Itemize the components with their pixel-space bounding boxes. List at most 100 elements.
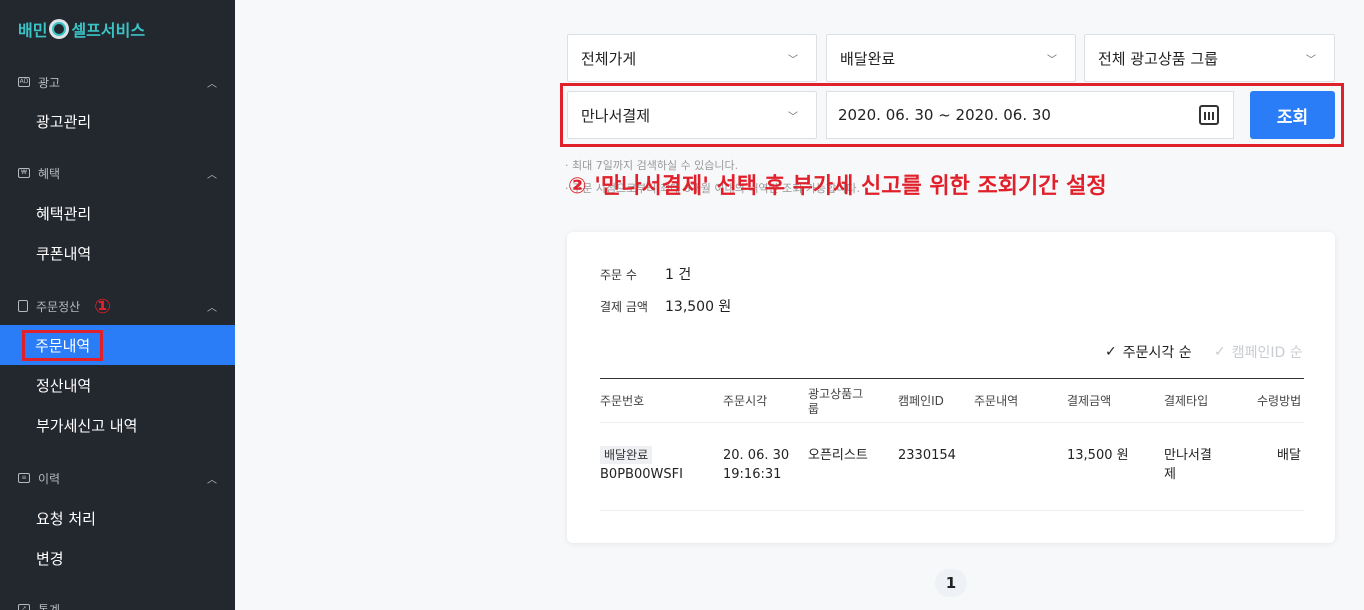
section-settlement: 주문정산 ① ︿ 주문내역 정산내역 부가세신고 내역: [0, 292, 235, 445]
sidebar-item-label: 요청 처리: [36, 509, 96, 528]
table-header-divider: [600, 422, 1304, 423]
chevron-up-icon[interactable]: ︿: [207, 75, 217, 90]
check-icon: ✓: [1105, 344, 1117, 360]
section-label: 광고: [38, 75, 61, 90]
order-count-label: 주문 수: [600, 267, 637, 282]
ad-group-select[interactable]: 전체 광고상품 그룹 ﹀: [1084, 34, 1335, 82]
chevron-down-icon: ﹀: [1306, 54, 1316, 66]
calendar-icon[interactable]: [1199, 105, 1219, 125]
section-history: ≡ 이력 ︿ 요청 처리 변경: [0, 467, 235, 578]
date-range-input[interactable]: 2020. 06. 30 ~ 2020. 06. 30: [826, 91, 1234, 139]
status-badge: 배달완료: [600, 446, 653, 464]
results-card: 주문 수 1 건 결제 금액 13,500 원 ✓ 주문시각 순 ✓ 캠페인ID…: [567, 232, 1335, 543]
status-select-value: 배달완료: [840, 49, 896, 68]
section-stats: ↗ 통계 ︿: [0, 598, 235, 610]
header-order-time: 주문시각: [723, 394, 768, 408]
ad-group-select-value: 전체 광고상품 그룹: [1098, 49, 1218, 68]
header-order-no: 주문번호: [600, 394, 645, 408]
ad-group-cell: 오픈리스트: [808, 448, 868, 463]
payment-select[interactable]: 만나서결제 ﹀: [567, 91, 817, 139]
table-top-border: [600, 378, 1304, 379]
chevron-down-icon: ﹀: [788, 111, 798, 123]
chevron-up-icon[interactable]: ︿: [207, 166, 217, 181]
section-label: 이력: [38, 471, 61, 486]
sidebar-item-vat-history[interactable]: 부가세신고 내역: [0, 405, 235, 445]
section-label: 주문정산: [36, 299, 81, 314]
sort-label: 캠페인ID 순: [1231, 345, 1303, 361]
chevron-up-icon[interactable]: ︿: [207, 471, 217, 486]
brand-globe-icon: [49, 19, 70, 39]
order-count-value: 1 건: [665, 267, 692, 283]
main-content: 전체가게 ﹀ 배달완료 ﹀ 전체 광고상품 그룹 ﹀ 만나서결제 ﹀ 2020.…: [235, 0, 1364, 610]
header-ad-group: 광고상품그룹: [808, 387, 864, 416]
brand-name-right: 셀프서비스: [71, 21, 146, 40]
history-icon: ≡: [18, 473, 30, 483]
section-label: 통계: [38, 602, 61, 610]
order-no-cell: 배달완료 B0PB00WSFI: [600, 446, 683, 484]
header-order-detail: 주문내역: [974, 394, 1019, 408]
order-count-row: 주문 수 1 건: [600, 264, 691, 284]
sidebar-item-requests[interactable]: 요청 처리: [0, 498, 235, 538]
sidebar-item-label: 쿠폰내역: [36, 244, 92, 263]
sidebar-item-label: 혜택관리: [36, 204, 92, 223]
sort-label: 주문시각 순: [1122, 345, 1192, 361]
header-amount: 결제금액: [1067, 394, 1112, 408]
section-benefits: ₩ 혜택 ︿ 혜택관리 쿠폰내역: [0, 162, 235, 273]
order-date: 20. 06. 30: [723, 448, 790, 463]
sidebar: 배민 셀프서비스 AD 광고 ︿ 광고관리 ₩ 혜택 ︿ 혜택관리 쿠폰내역 주…: [0, 0, 235, 610]
chevron-up-icon[interactable]: ︿: [207, 602, 217, 610]
section-ads: AD 광고 ︿ 광고관리: [0, 71, 235, 141]
chart-icon: ↗: [18, 604, 30, 610]
amount-cell: 13,500 원: [1067, 448, 1129, 463]
header-campaign-id: 캠페인ID: [898, 394, 944, 408]
ad-icon: AD: [18, 77, 30, 87]
amount-row: 결제 금액 13,500 원: [600, 296, 731, 316]
sidebar-item-label: 광고관리: [36, 112, 92, 131]
status-select[interactable]: 배달완료 ﹀: [826, 34, 1076, 82]
date-range-value: 2020. 06. 30 ~ 2020. 06. 30: [838, 106, 1051, 124]
sidebar-item-coupon-history[interactable]: 쿠폰내역: [0, 233, 235, 273]
sidebar-item-settlement-history[interactable]: 정산내역: [0, 365, 235, 405]
sidebar-item-label: 변경: [36, 549, 64, 568]
section-header-stats[interactable]: ↗ 통계 ︿: [0, 598, 235, 610]
brand-logo[interactable]: 배민 셀프서비스: [18, 17, 145, 41]
step-marker-1: ①: [94, 294, 112, 318]
sidebar-item-label: 정산내역: [36, 376, 92, 395]
order-time-cell: 20. 06. 30 19:16:31: [723, 446, 789, 484]
section-header-settlement[interactable]: 주문정산 ① ︿: [0, 292, 235, 320]
order-time: 19:16:31: [723, 467, 782, 482]
header-pay-type: 결제타입: [1164, 394, 1209, 408]
header-delivery: 수령방법: [1257, 394, 1302, 408]
delivery-cell: 배달: [1277, 448, 1301, 463]
store-select[interactable]: 전체가게 ﹀: [567, 34, 817, 82]
section-label: 혜택: [38, 166, 61, 181]
campaign-id-cell[interactable]: 2330154: [898, 446, 956, 465]
brand-name-left: 배민: [18, 21, 48, 40]
section-header-ads[interactable]: AD 광고 ︿: [0, 71, 235, 93]
section-header-history[interactable]: ≡ 이력 ︿: [0, 467, 235, 489]
sidebar-item-ad-manage[interactable]: 광고관리: [0, 101, 235, 141]
check-icon: ✓: [1214, 344, 1226, 360]
store-select-value: 전체가게: [581, 49, 637, 68]
sidebar-item-benefit-manage[interactable]: 혜택관리: [0, 193, 235, 233]
amount-label: 결제 금액: [600, 299, 648, 314]
pagination-page-1[interactable]: 1: [935, 569, 967, 597]
chevron-up-icon[interactable]: ︿: [207, 299, 217, 314]
search-button[interactable]: 조회: [1250, 91, 1335, 139]
chevron-down-icon: ﹀: [788, 54, 798, 66]
section-header-benefits[interactable]: ₩ 혜택 ︿: [0, 162, 235, 184]
receipt-icon: [18, 300, 28, 312]
table-row-divider: [600, 510, 1304, 511]
chevron-down-icon: ﹀: [1047, 54, 1057, 66]
sidebar-item-changes[interactable]: 변경: [0, 538, 235, 578]
payment-select-value: 만나서결제: [581, 106, 651, 125]
amount-value: 13,500 원: [665, 299, 732, 315]
pay-type-cell: 만나서결제: [1164, 448, 1212, 482]
sidebar-item-label: 주문내역: [22, 329, 104, 361]
sidebar-item-order-history[interactable]: 주문내역: [0, 325, 235, 365]
step-annotation-2: ② '만나서결제' 선택 후 부가세 신고를 위한 조회기간 설정: [568, 174, 1107, 199]
sort-by-campaign[interactable]: ✓ 캠페인ID 순: [1214, 342, 1303, 362]
order-no: B0PB00WSFI: [600, 467, 683, 482]
sidebar-item-label: 부가세신고 내역: [36, 416, 138, 435]
sort-by-time[interactable]: ✓ 주문시각 순: [1105, 342, 1192, 362]
